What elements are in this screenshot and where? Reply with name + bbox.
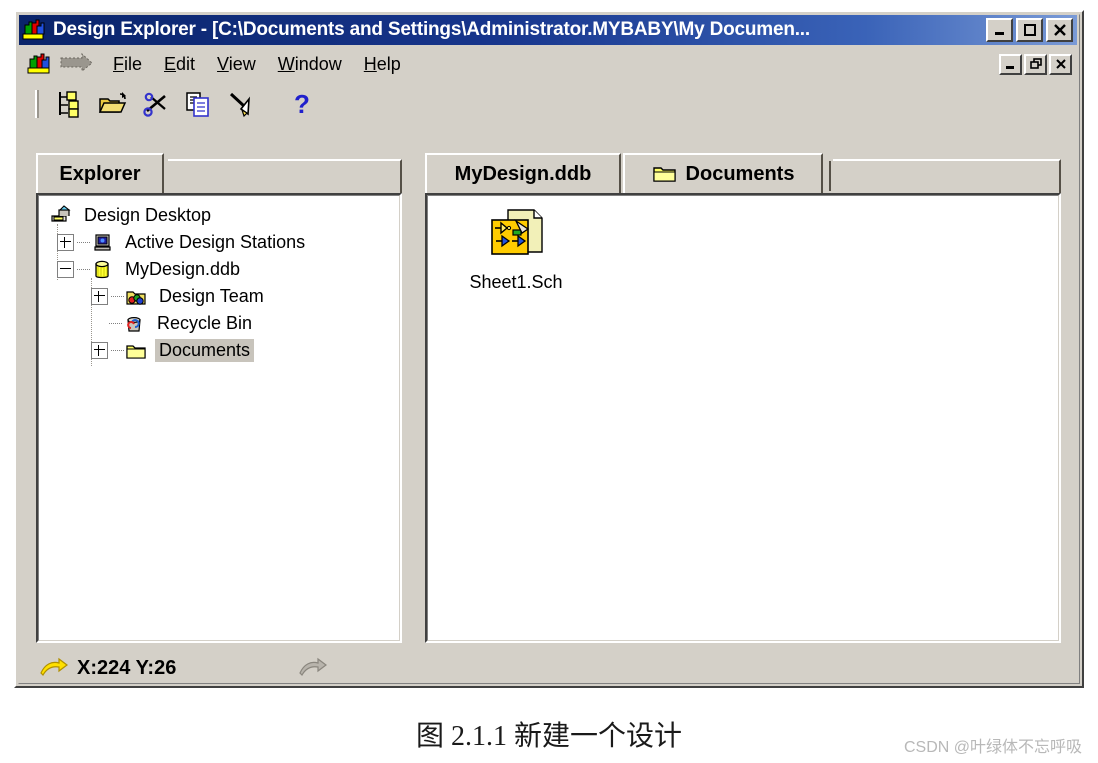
tab-mydesign-ddb[interactable]: MyDesign.ddb [425, 153, 621, 193]
tab-documents[interactable]: Documents [623, 153, 823, 193]
mdi-restore-button[interactable] [1024, 53, 1047, 75]
pane-splitter[interactable] [408, 153, 422, 643]
menu-view[interactable]: View [206, 51, 267, 78]
tree-item-label: MyDesign.ddb [125, 259, 241, 279]
folder-icon [124, 339, 150, 363]
menu-help[interactable]: Help [353, 51, 412, 78]
tab-documents-label: Documents [685, 162, 795, 185]
design-tree: Design Desktop Active Design Stations My… [39, 196, 399, 366]
window-title: Design Explorer - [C:\Documents and Sett… [53, 19, 810, 40]
help-button[interactable]: ? [281, 86, 323, 122]
paste-button[interactable] [219, 86, 261, 122]
status-bar: X:224 Y:26 [19, 653, 1077, 683]
explorer-tabstrip: Explorer [36, 153, 402, 193]
mdi-buttons [999, 53, 1077, 75]
database-icon [90, 258, 116, 282]
tree-item-mydesign-ddb[interactable]: MyDesign.ddb [45, 256, 399, 283]
copy-button[interactable] [177, 86, 219, 122]
status-coordinates: X:224 Y:26 [77, 656, 177, 679]
tree-item-label: Recycle Bin [157, 313, 253, 333]
expand-icon[interactable] [57, 234, 74, 251]
menu-bar: File Edit View Window Help [19, 47, 1077, 81]
schematic-document-icon [486, 208, 546, 266]
file-item-sheet1-sch[interactable]: Sheet1.Sch [456, 208, 576, 293]
caption-buttons [986, 18, 1073, 42]
csdn-watermark: CSDN @叶绿体不忘呼吸 [903, 739, 1082, 756]
tree-item-documents[interactable]: Documents [45, 337, 399, 364]
title-bar[interactable]: Design Explorer - [C:\Documents and Sett… [19, 15, 1077, 45]
tree-item-design-desktop[interactable]: Design Desktop [45, 202, 399, 229]
toolbar-grip[interactable] [35, 90, 39, 118]
tree-connector [77, 241, 90, 244]
explorer-tab-filler [168, 159, 402, 193]
recycle-bin-icon [122, 312, 148, 336]
application-window: Design Explorer - [C:\Documents and Sett… [14, 10, 1084, 688]
minimize-button[interactable] [986, 18, 1013, 42]
maximize-button[interactable] [1016, 18, 1043, 42]
tree-connector [109, 322, 122, 325]
tree-item-active-design-stations[interactable]: Active Design Stations [45, 229, 399, 256]
menu-edit[interactable]: Edit [153, 51, 206, 78]
tree-item-label: Active Design Stations [125, 232, 306, 252]
mdi-minimize-button[interactable] [999, 53, 1022, 75]
documents-list-panel: Sheet1.Sch [425, 193, 1061, 643]
explorer-tree-panel: Design Desktop Active Design Stations My… [36, 193, 402, 643]
tree-item-label: Documents [155, 339, 255, 362]
tree-item-recycle-bin[interactable]: Recycle Bin [45, 310, 399, 337]
desktop-icon [49, 204, 75, 228]
explorer-tree-inner: Design Desktop Active Design Stations My… [38, 195, 400, 641]
menu-window[interactable]: Window [267, 51, 353, 78]
workstation-icon [90, 231, 116, 255]
document-icon[interactable] [26, 51, 52, 77]
folder-icon [652, 164, 678, 184]
gray-arrow-icon [298, 657, 328, 679]
tree-connector [111, 295, 124, 298]
design-hierarchy-button[interactable] [51, 86, 93, 122]
tree-connector [111, 349, 124, 352]
tab-divider [829, 161, 831, 191]
tree-connector [77, 268, 90, 271]
close-button[interactable] [1046, 18, 1073, 42]
tab-mydesign-ddb-label: MyDesign.ddb [454, 162, 592, 185]
yellow-arrow-icon [39, 657, 69, 679]
screenshot-root: Design Explorer - [C:\Documents and Sett… [0, 0, 1098, 763]
restore-arrow-icon[interactable] [58, 52, 96, 76]
documents-tabstrip: MyDesign.ddb Documents [425, 153, 1061, 193]
menu-file[interactable]: File [102, 51, 153, 78]
tree-item-label: Design Team [159, 286, 264, 306]
tree-item-label: Design Desktop [84, 205, 212, 225]
tab-explorer-label: Explorer [59, 162, 141, 185]
expand-icon[interactable] [91, 288, 108, 305]
documents-tab-filler [833, 159, 1061, 193]
file-item-label: Sheet1.Sch [469, 272, 563, 292]
client-area: Explorer Design Desktop Active Design St… [19, 126, 1077, 651]
tab-explorer[interactable]: Explorer [36, 153, 164, 193]
toolbar: ? [19, 82, 1077, 126]
expand-icon[interactable] [91, 342, 108, 359]
design-explorer-icon[interactable] [22, 18, 46, 42]
svg-text:?: ? [294, 89, 310, 119]
explorer-pane: Explorer Design Desktop Active Design St… [36, 153, 402, 643]
open-button[interactable] [93, 86, 135, 122]
documents-list-inner: Sheet1.Sch [427, 195, 1059, 641]
team-folder-icon [124, 285, 150, 309]
collapse-icon[interactable] [57, 261, 74, 278]
tree-item-design-team[interactable]: Design Team [45, 283, 399, 310]
mdi-close-button[interactable] [1049, 53, 1072, 75]
documents-pane: MyDesign.ddb Documents Sheet1.Sch [425, 153, 1061, 643]
cut-button[interactable] [135, 86, 177, 122]
